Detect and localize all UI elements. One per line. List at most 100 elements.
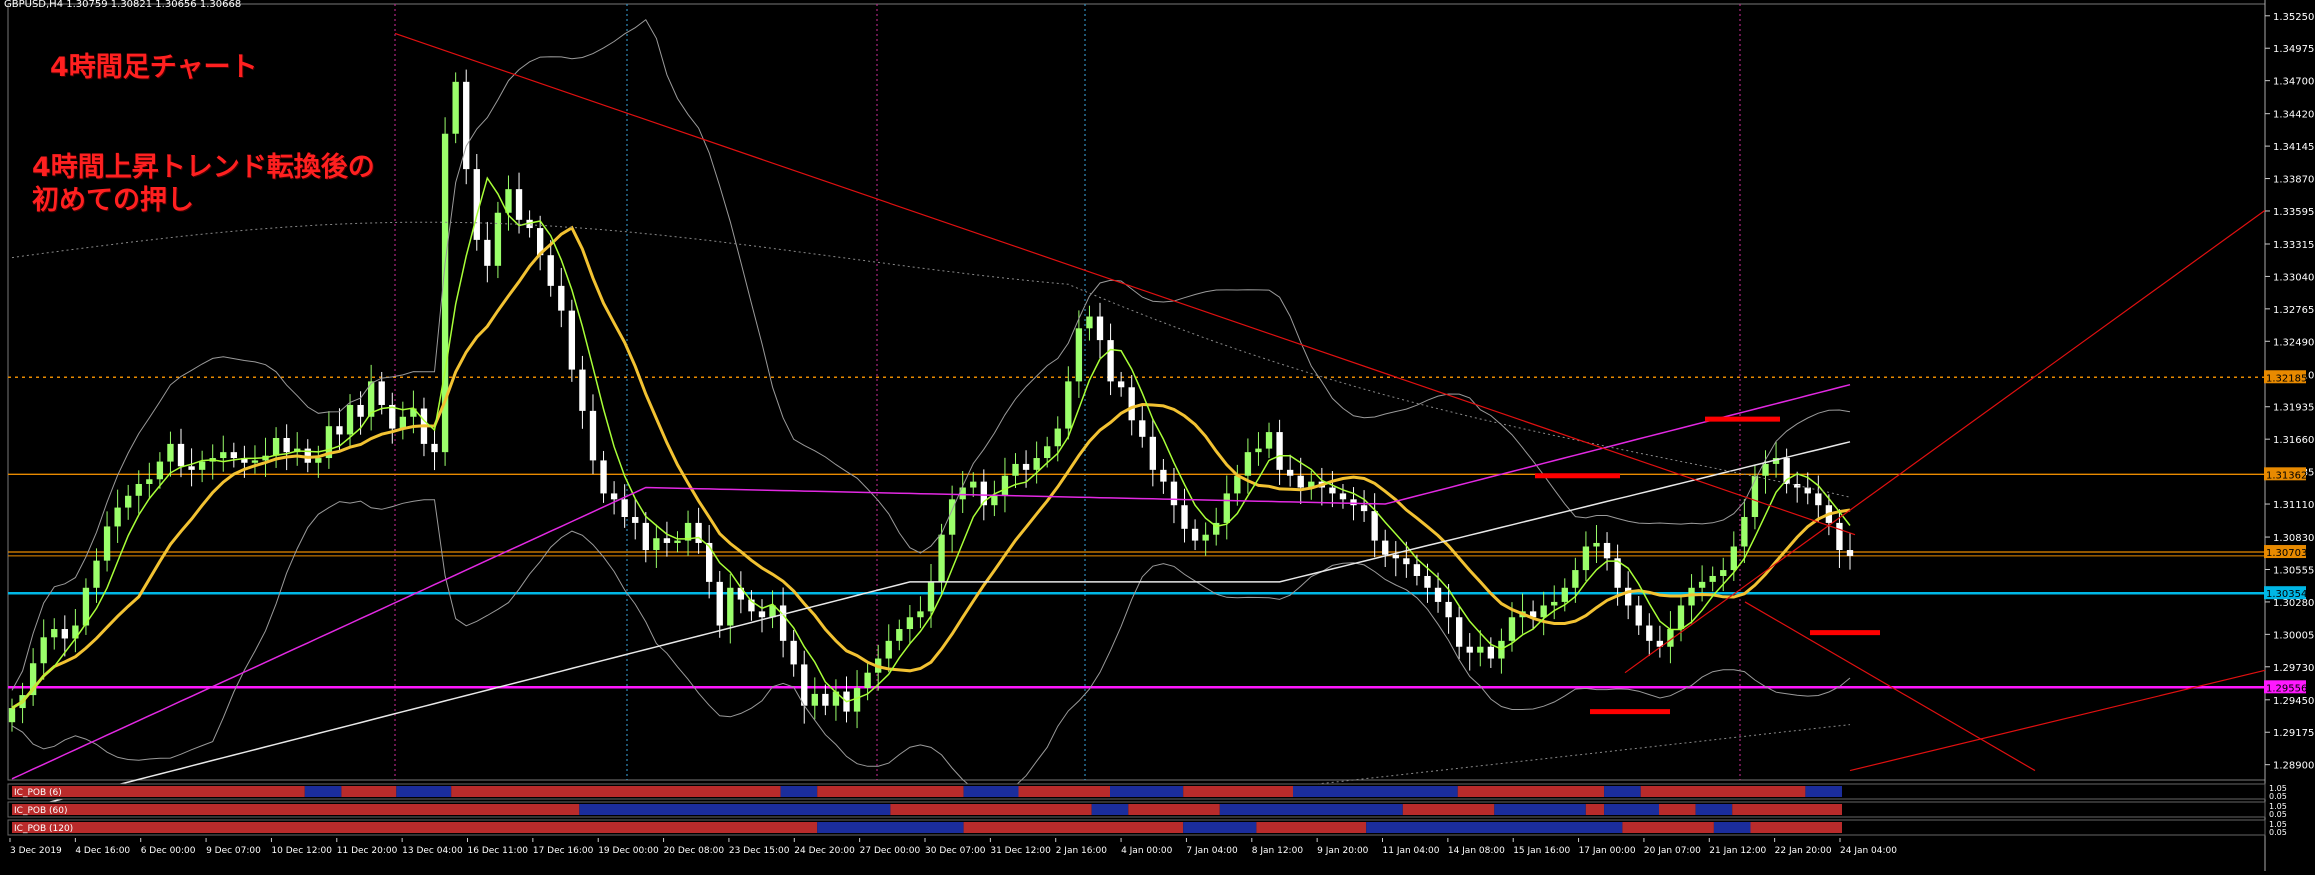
indicator-segment bbox=[341, 786, 397, 797]
candle-body bbox=[51, 629, 58, 638]
candle-body bbox=[801, 664, 808, 706]
note-line-2: 初めての押し bbox=[32, 185, 194, 216]
indicator-segment bbox=[1604, 786, 1641, 797]
candle-body bbox=[1244, 452, 1252, 476]
indicator-segment bbox=[1366, 822, 1623, 833]
candle-body bbox=[589, 410, 597, 461]
indicator-segment bbox=[1091, 804, 1129, 815]
candle-body bbox=[177, 443, 185, 467]
candle-body bbox=[779, 605, 787, 641]
candle-body bbox=[1836, 522, 1843, 551]
candle-body bbox=[991, 495, 998, 506]
candle-body bbox=[336, 426, 343, 435]
chart-area[interactable]: 1.35250 1.34975 1.34700 1.34420 1.34145 1.338… bbox=[0, 0, 2315, 871]
candle-body bbox=[1603, 542, 1611, 559]
x-tick-label: 3 Dec 2019 bbox=[10, 846, 62, 856]
plot-frame bbox=[7, 3, 2266, 781]
y-tick-label: 1.34700 bbox=[2273, 77, 2314, 88]
indicator-strip-label: IC_POB (120) bbox=[14, 824, 73, 834]
trend-line-down bbox=[394, 32, 1856, 536]
indicator-segment bbox=[304, 786, 342, 797]
x-tick-label: 6 Dec 00:00 bbox=[141, 846, 196, 856]
candle-body bbox=[515, 189, 523, 220]
candle-body bbox=[1086, 316, 1093, 329]
indicator-segment bbox=[1293, 786, 1458, 797]
x-tick-label: 19 Dec 00:00 bbox=[598, 846, 659, 856]
candle-body bbox=[1350, 499, 1357, 506]
candle-body bbox=[1117, 381, 1125, 388]
indicator-segment bbox=[1604, 804, 1659, 815]
candle-body bbox=[494, 212, 502, 266]
candle-body bbox=[135, 483, 142, 496]
y-tick-label: 1.34975 bbox=[2273, 44, 2314, 55]
candle-body bbox=[1191, 528, 1199, 541]
candle-body bbox=[1065, 381, 1072, 429]
x-tick-label: 9 Jan 20:00 bbox=[1317, 846, 1369, 856]
candle-body bbox=[230, 452, 237, 459]
indicator-scale-label: 0.05 bbox=[2269, 810, 2287, 819]
indicator-segment bbox=[1402, 804, 1495, 815]
candle-body bbox=[1382, 540, 1389, 555]
candle-body bbox=[1815, 493, 1822, 506]
price-label-text: 1.29556 bbox=[2266, 683, 2307, 694]
indicator-segment bbox=[1457, 786, 1605, 797]
candle-body bbox=[8, 708, 16, 723]
indicator-segment bbox=[1622, 822, 1714, 833]
y-tick-label: 1.32490 bbox=[2273, 337, 2314, 348]
x-tick-label: 7 Jan 04:00 bbox=[1186, 846, 1238, 856]
candle-body bbox=[1804, 487, 1811, 494]
candle-body bbox=[156, 461, 164, 480]
indicator-segment bbox=[1128, 804, 1220, 815]
candle-body bbox=[653, 538, 660, 551]
candle-body bbox=[1255, 448, 1262, 453]
indicator-segment bbox=[1750, 822, 1842, 833]
candle-body bbox=[1846, 550, 1854, 556]
candle-body bbox=[484, 239, 491, 266]
ma-slow-line bbox=[11, 225, 1851, 710]
indicator-segment bbox=[1110, 786, 1184, 797]
indicator-segment bbox=[780, 786, 818, 797]
price-chart-svg[interactable]: 1.35250 1.34975 1.34700 1.34420 1.34145 1.338… bbox=[0, 0, 2315, 871]
y-tick-label: 1.34145 bbox=[2273, 142, 2314, 153]
indicator-segment bbox=[1183, 822, 1257, 833]
candle-body bbox=[610, 493, 618, 500]
x-tick-label: 20 Dec 08:00 bbox=[664, 846, 725, 856]
candle-body bbox=[1413, 564, 1421, 576]
x-tick-label: 31 Dec 12:00 bbox=[990, 846, 1051, 856]
candle-body bbox=[1403, 558, 1410, 565]
candle-body bbox=[1424, 575, 1431, 588]
candle-body bbox=[1477, 646, 1484, 653]
candle-body bbox=[1265, 432, 1273, 449]
x-tick-label: 15 Jan 16:00 bbox=[1513, 846, 1570, 856]
candle-body bbox=[251, 460, 259, 463]
indicator-scale-label: 0.05 bbox=[2269, 828, 2287, 837]
indicator-segment bbox=[1219, 804, 1403, 815]
y-tick-label: 1.35250 bbox=[2273, 12, 2314, 23]
candle-body bbox=[198, 461, 206, 470]
chart-title-annotation: 4時間足チャート bbox=[50, 52, 258, 83]
price-label-text: 1.30354 bbox=[2266, 589, 2307, 600]
candle-body bbox=[822, 693, 829, 706]
candle-body bbox=[642, 522, 649, 551]
candle-body bbox=[1170, 481, 1178, 506]
candle-body bbox=[1551, 601, 1558, 606]
indicator-segment bbox=[1018, 786, 1110, 797]
note-line-1: 4時間上昇トレンド転換後の bbox=[32, 152, 375, 183]
indicator-segment bbox=[12, 822, 818, 833]
candle-body bbox=[1075, 328, 1083, 382]
indicator-strip-label: IC_POB (60) bbox=[14, 806, 67, 816]
y-tick-label: 1.31935 bbox=[2273, 403, 2314, 414]
candle-body bbox=[674, 540, 681, 543]
candle-body bbox=[864, 672, 871, 689]
candle-body bbox=[61, 629, 68, 639]
candle-body bbox=[1012, 463, 1019, 476]
indicator-segment bbox=[396, 786, 452, 797]
candle-body bbox=[357, 404, 364, 417]
candle-body bbox=[906, 617, 914, 630]
candle-body bbox=[758, 611, 766, 618]
candle-body bbox=[1149, 436, 1156, 470]
x-tick-label: 24 Jan 04:00 bbox=[1840, 846, 1897, 856]
y-tick-label: 1.34420 bbox=[2273, 110, 2314, 121]
indicator-segment bbox=[1732, 804, 1842, 815]
candle-body bbox=[125, 495, 132, 508]
